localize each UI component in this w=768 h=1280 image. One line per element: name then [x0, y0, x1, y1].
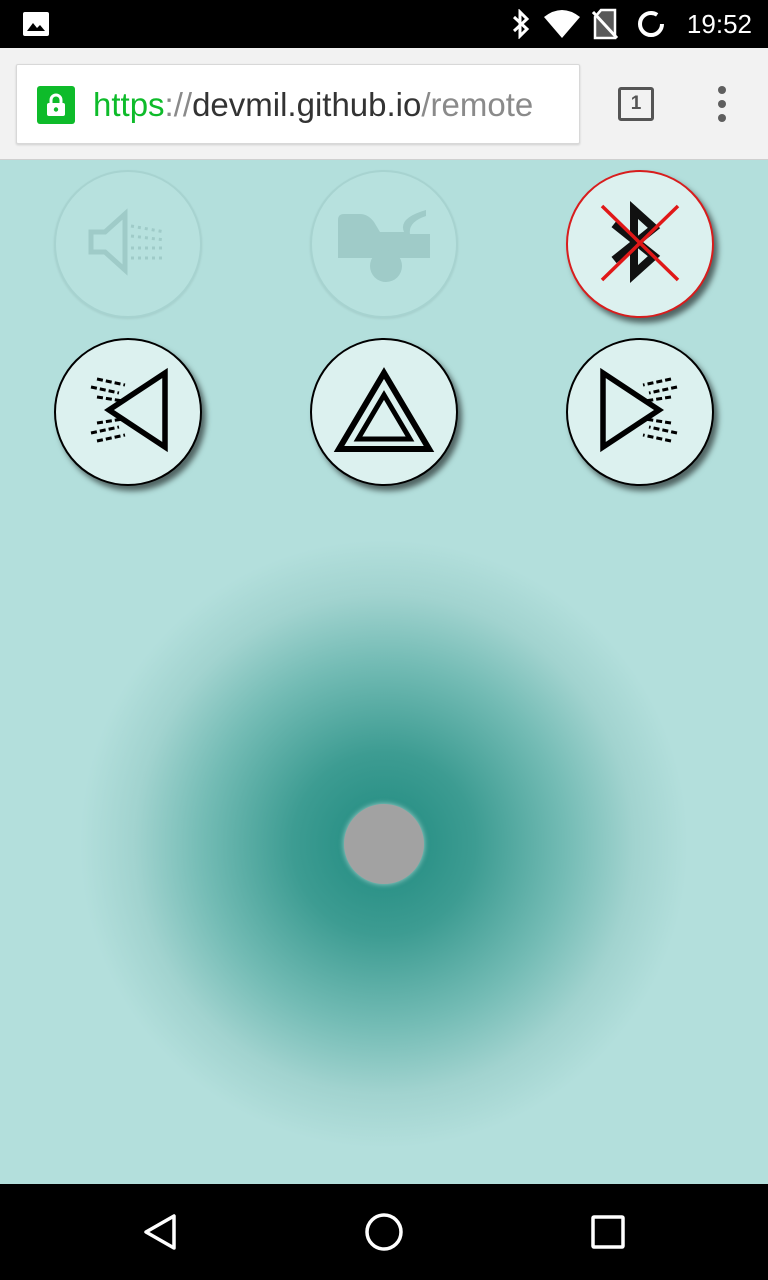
- browser-toolbar: https://devmil.github.io/remote 1: [0, 48, 768, 160]
- status-time: 19:52: [686, 9, 752, 39]
- image-notification-icon: [22, 0, 50, 48]
- url-host: devmil.github.io: [192, 86, 422, 123]
- horn-icon: [83, 202, 173, 287]
- home-icon[interactable]: [360, 1208, 408, 1256]
- back-icon[interactable]: [136, 1208, 184, 1256]
- bluetooth-icon: [510, 0, 532, 48]
- url-text[interactable]: https://devmil.github.io/remote: [93, 65, 534, 143]
- url-separator: ://: [164, 86, 193, 123]
- bluetooth-disabled-icon: [590, 192, 690, 297]
- hazard-warning-icon: [329, 355, 439, 470]
- left-indicator-icon: [73, 355, 183, 470]
- right-indicator-button[interactable]: [566, 338, 714, 486]
- url-path: /remote: [421, 86, 534, 123]
- car-trunk-icon: [334, 200, 434, 289]
- hazard-button[interactable]: [310, 338, 458, 486]
- navigation-bar: [0, 1184, 768, 1280]
- sync-icon: [636, 0, 666, 48]
- horn-button[interactable]: [54, 170, 202, 318]
- right-indicator-icon: [585, 355, 695, 470]
- lock-icon: [37, 86, 75, 124]
- wifi-icon: [543, 0, 581, 48]
- trunk-button[interactable]: [310, 170, 458, 318]
- no-sim-icon: [592, 0, 618, 48]
- url-bar[interactable]: https://devmil.github.io/remote: [16, 64, 580, 144]
- joystick-knob[interactable]: [344, 804, 424, 884]
- tab-switcher-button[interactable]: 1: [618, 87, 654, 121]
- recents-icon[interactable]: [584, 1208, 632, 1256]
- bluetooth-status-button[interactable]: [566, 170, 714, 318]
- url-scheme: https: [93, 86, 165, 123]
- status-bar: 19:52: [0, 0, 768, 48]
- overflow-menu-icon[interactable]: [712, 86, 732, 122]
- left-indicator-button[interactable]: [54, 338, 202, 486]
